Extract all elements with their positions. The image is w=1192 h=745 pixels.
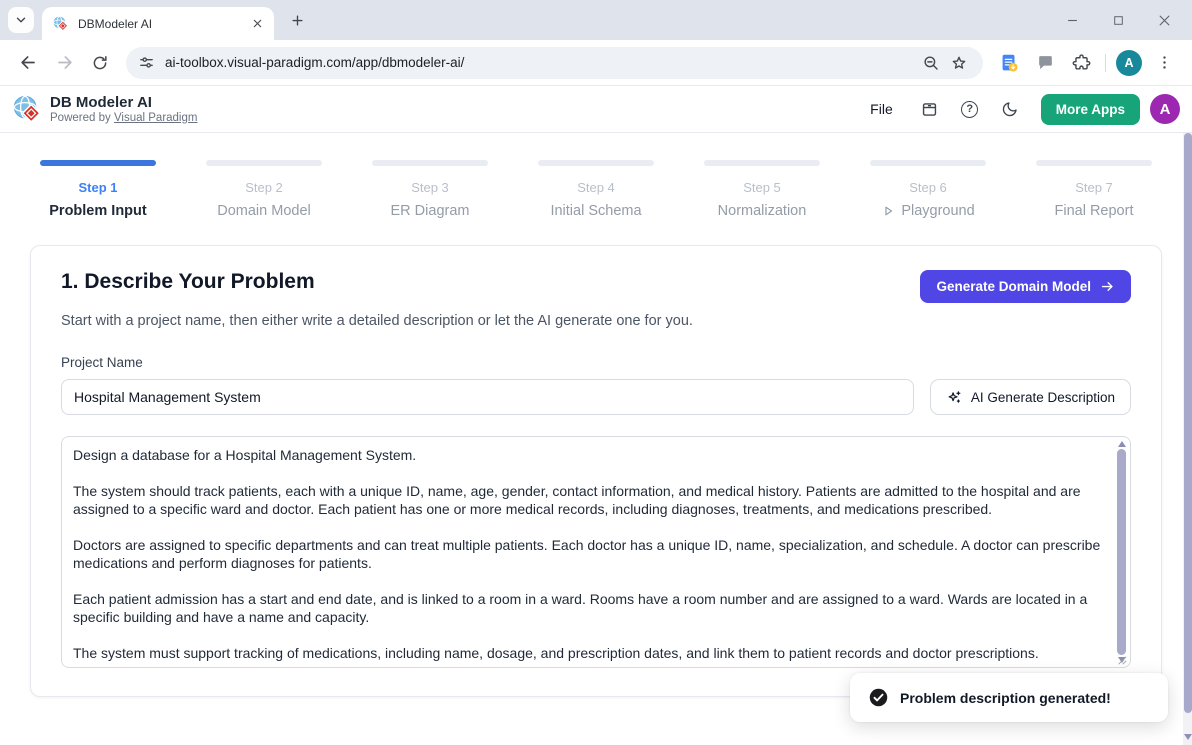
tab-title: DBModeler AI <box>78 17 248 31</box>
tab-step-4-initial-schema[interactable]: Step 4 Initial Schema <box>528 160 664 219</box>
window-close-button[interactable] <box>1154 10 1174 30</box>
chat-bubble-icon <box>1036 53 1055 72</box>
section-title: 1. Describe Your Problem <box>61 270 315 294</box>
chevron-down-icon <box>14 13 28 27</box>
url-text: ai-toolbox.visual-paradigm.com/app/dbmod… <box>165 55 464 70</box>
site-favicon-icon <box>52 15 69 32</box>
docs-extension-icon <box>998 52 1020 74</box>
tab-step-5-normalization[interactable]: Step 5 Normalization <box>694 160 830 219</box>
project-name-label: Project Name <box>61 355 1131 370</box>
chat-extension-button[interactable] <box>1030 48 1060 78</box>
step-indicator-bar <box>870 160 986 166</box>
resize-grip-icon[interactable] <box>1117 655 1127 665</box>
maximize-icon <box>1112 14 1125 27</box>
window-minimize-button[interactable] <box>1062 10 1082 30</box>
scroll-up-arrow-icon[interactable] <box>1118 441 1126 447</box>
file-menu[interactable]: File <box>870 101 893 117</box>
tab-step-7-final-report[interactable]: Step 7 Final Report <box>1026 160 1162 219</box>
reload-button[interactable] <box>85 48 115 78</box>
reload-icon <box>91 54 109 72</box>
toolbar-divider <box>1105 54 1106 72</box>
sparkles-icon <box>946 389 963 406</box>
scrollbar-thumb[interactable] <box>1117 449 1126 655</box>
dark-mode-button[interactable] <box>993 92 1027 126</box>
browser-toolbar: ai-toolbox.visual-paradigm.com/app/dbmod… <box>0 40 1192 85</box>
step-indicator-bar <box>538 160 654 166</box>
tab-step-2-domain-model[interactable]: Step 2 Domain Model <box>196 160 332 219</box>
page-scrollbar-thumb[interactable] <box>1184 133 1192 713</box>
docs-extension-button[interactable] <box>994 48 1024 78</box>
window-maximize-button[interactable] <box>1108 10 1128 30</box>
chrome-profile-avatar[interactable]: A <box>1116 50 1142 76</box>
app-logo-icon <box>12 94 42 124</box>
save-project-button[interactable] <box>913 92 947 126</box>
visual-paradigm-link[interactable]: Visual Paradigm <box>114 112 198 124</box>
step-indicator-bar <box>1036 160 1152 166</box>
tab-step-1-problem-input[interactable]: Step 1 Problem Input <box>30 160 166 219</box>
step-indicator-bar <box>40 160 156 166</box>
powered-by: Powered by Visual Paradigm <box>50 111 197 125</box>
arrow-right-icon <box>1100 279 1115 294</box>
app-title: DB Modeler AI <box>50 94 197 111</box>
textarea-scrollbar[interactable] <box>1115 439 1128 665</box>
toast-message: Problem description generated! <box>900 690 1111 706</box>
puzzle-icon <box>1072 53 1091 72</box>
back-button[interactable] <box>13 48 43 78</box>
step-indicator-bar <box>206 160 322 166</box>
project-name-input[interactable] <box>61 379 914 415</box>
browser-tab[interactable]: DBModeler AI <box>42 7 274 40</box>
play-icon <box>881 204 895 218</box>
toast-notification: Problem description generated! <box>850 673 1168 722</box>
minimize-icon <box>1065 13 1080 28</box>
problem-input-card: 1. Describe Your Problem Generate Domain… <box>30 245 1162 697</box>
page-scrollbar[interactable] <box>1183 133 1192 745</box>
check-circle-icon <box>868 687 889 708</box>
bookmark-star-button[interactable] <box>945 49 973 77</box>
star-icon <box>950 54 968 72</box>
plus-icon <box>290 13 305 28</box>
tab-step-6-playground[interactable]: Step 6 Playground <box>860 160 996 219</box>
tab-search-button[interactable] <box>8 7 34 33</box>
site-settings-icon <box>138 54 155 71</box>
zoom-out-button[interactable] <box>917 49 945 77</box>
tab-step-3-er-diagram[interactable]: Step 3 ER Diagram <box>362 160 498 219</box>
page-scroll-down-arrow-icon[interactable] <box>1184 734 1192 740</box>
browser-titlebar: DBModeler AI <box>0 0 1192 40</box>
ai-generate-description-button[interactable]: AI Generate Description <box>930 379 1131 415</box>
forward-button[interactable] <box>49 48 79 78</box>
user-avatar[interactable]: A <box>1150 94 1180 124</box>
archive-box-icon <box>920 100 939 119</box>
forward-arrow-icon <box>55 53 74 72</box>
kebab-menu-icon <box>1156 54 1173 71</box>
window-controls <box>1062 10 1182 30</box>
generate-domain-model-button[interactable]: Generate Domain Model <box>920 270 1131 303</box>
step-tabs: Step 1 Problem Input Step 2 Domain Model… <box>0 133 1192 219</box>
tab-close-icon[interactable] <box>248 15 266 33</box>
step-indicator-bar <box>372 160 488 166</box>
back-arrow-icon <box>19 53 38 72</box>
extensions-button[interactable] <box>1066 48 1096 78</box>
zoom-out-icon <box>922 54 940 72</box>
moon-icon <box>1001 100 1019 118</box>
app-header: DB Modeler AI Powered by Visual Paradigm… <box>0 85 1192 133</box>
app-brand: DB Modeler AI Powered by Visual Paradigm <box>50 94 197 125</box>
help-button[interactable]: ? <box>953 92 987 126</box>
address-bar[interactable]: ai-toolbox.visual-paradigm.com/app/dbmod… <box>126 47 983 79</box>
step-indicator-bar <box>704 160 820 166</box>
browser-menu-button[interactable] <box>1149 48 1179 78</box>
more-apps-button[interactable]: More Apps <box>1041 94 1140 125</box>
problem-description-input[interactable]: Design a database for a Hospital Managem… <box>62 437 1114 667</box>
section-subtitle: Start with a project name, then either w… <box>61 313 1131 329</box>
help-icon: ? <box>961 101 978 118</box>
close-icon <box>1157 13 1172 28</box>
new-tab-button[interactable] <box>284 7 310 33</box>
problem-description-field: Design a database for a Hospital Managem… <box>61 436 1131 668</box>
